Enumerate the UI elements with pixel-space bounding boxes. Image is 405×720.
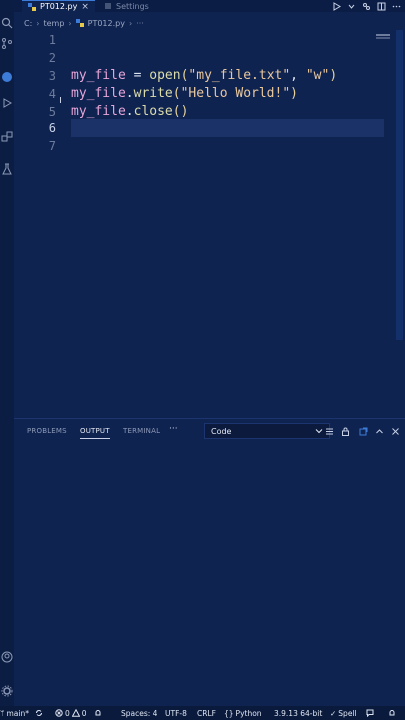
warning-count: 0 xyxy=(81,708,87,718)
tab-bar: PT012.py × Settings xyxy=(14,0,405,12)
branch-label: main* xyxy=(6,708,30,718)
tab-settings[interactable]: Settings xyxy=(104,0,149,12)
account-icon[interactable] xyxy=(0,650,14,664)
maximize-panel-icon[interactable] xyxy=(374,426,384,436)
feedback-status[interactable] xyxy=(366,706,374,720)
interpreter-status[interactable]: 3.9.13 64-bit xyxy=(274,706,322,720)
branch-status[interactable]: ᛘ main* xyxy=(0,706,29,720)
line-number: 6 xyxy=(48,121,56,135)
source-control-badge-icon[interactable] xyxy=(0,70,14,84)
code-line[interactable]: 7 xyxy=(14,137,405,155)
compare-icon[interactable] xyxy=(362,2,371,11)
tab-pt012-py[interactable]: PT012.py × xyxy=(22,0,95,12)
minimap[interactable] xyxy=(376,34,390,36)
bell-icon xyxy=(95,710,101,716)
encoding-status[interactable]: UTF-8 xyxy=(165,706,187,720)
language-status[interactable]: {} Python xyxy=(224,706,262,720)
eol-status[interactable]: CRLF xyxy=(197,706,216,720)
editor-actions xyxy=(332,0,401,12)
output-channel-value: Code xyxy=(211,426,232,436)
problems-status[interactable]: 0 0 xyxy=(55,706,87,720)
tab-terminal[interactable]: TERMINAL xyxy=(123,427,160,435)
run-debug-icon[interactable] xyxy=(0,96,14,110)
breadcrumb-more[interactable]: ··· xyxy=(136,19,144,28)
spell-status[interactable]: ✓ Spell xyxy=(330,706,357,720)
close-panel-icon[interactable] xyxy=(390,426,400,436)
code-line[interactable]: 3 my_file = open("my_file.txt", "w") xyxy=(14,67,405,85)
output-channel-select[interactable]: Code xyxy=(204,423,330,439)
error-icon xyxy=(55,709,63,717)
tab-label: Settings xyxy=(116,1,149,11)
panel-more-icon[interactable]: ··· xyxy=(169,424,178,434)
sync-status[interactable] xyxy=(35,706,43,720)
activity-bar xyxy=(0,0,14,706)
line-number: 4 xyxy=(48,87,56,101)
bottom-panel: PROBLEMS OUTPUT TERMINAL ··· Code xyxy=(14,418,405,706)
spell-label: Spell xyxy=(338,708,357,718)
minimap-line xyxy=(376,37,390,39)
tab-problems[interactable]: PROBLEMS xyxy=(27,427,67,435)
code-text: my_file = open("my_file.txt", "w") xyxy=(71,68,338,83)
breadcrumb-drive[interactable]: C: xyxy=(24,19,32,28)
clear-output-icon[interactable] xyxy=(324,426,334,436)
line-number: 1 xyxy=(48,33,56,47)
editor-scrollbar[interactable] xyxy=(396,30,403,340)
braces-icon: {} xyxy=(224,708,234,718)
code-editor[interactable]: 1 2 3 my_file = open("my_file.txt", "w")… xyxy=(14,30,405,418)
open-in-editor-icon[interactable] xyxy=(358,426,368,436)
status-bar: ᛘ main* 0 0 Spaces: 4 UTF-8 CRLF {} Pyth… xyxy=(0,706,405,720)
error-count: 0 xyxy=(65,708,70,718)
check-icon: ✓ xyxy=(330,708,337,718)
code-line[interactable]: 4 my_file.write("Hello World!") xyxy=(14,85,405,103)
testing-icon[interactable] xyxy=(0,162,14,176)
lock-icon[interactable] xyxy=(340,426,350,436)
breadcrumb-folder[interactable]: temp xyxy=(43,19,64,28)
line-number: 3 xyxy=(48,69,56,83)
split-editor-icon[interactable] xyxy=(377,2,386,11)
sync-icon xyxy=(36,710,42,716)
chevron-down-icon[interactable] xyxy=(347,2,356,11)
chevron-right-icon: › xyxy=(36,18,40,28)
code-line[interactable]: 2 xyxy=(14,49,405,67)
code-line[interactable]: 1 xyxy=(14,31,405,49)
breadcrumb-file[interactable]: PT012.py xyxy=(88,19,125,28)
chevron-right-icon: › xyxy=(68,18,72,28)
search-icon[interactable] xyxy=(0,16,14,30)
notification-bell-icon xyxy=(389,710,395,716)
close-icon[interactable]: × xyxy=(81,2,89,12)
chevron-down-icon xyxy=(315,429,323,434)
line-number: 7 xyxy=(48,139,56,153)
code-text: my_file.write("Hello World!") xyxy=(71,86,298,101)
tab-output[interactable]: OUTPUT xyxy=(80,427,110,439)
extensions-icon[interactable] xyxy=(0,130,14,144)
code-line-current[interactable]: 6 xyxy=(14,119,405,137)
settings-file-icon xyxy=(105,3,111,9)
bell-status[interactable] xyxy=(388,706,396,720)
line-number: 2 xyxy=(48,51,56,65)
source-control-icon[interactable] xyxy=(0,36,14,50)
breadcrumb: C: › temp › PT012.py › ··· xyxy=(24,16,144,30)
python-file-icon xyxy=(75,19,84,27)
warning-icon xyxy=(71,709,80,717)
mouse-cursor xyxy=(60,97,61,103)
feedback-icon xyxy=(366,709,374,717)
panel-tabs: PROBLEMS OUTPUT TERMINAL ··· Code xyxy=(14,419,405,443)
python-file-icon xyxy=(28,2,36,11)
notifications-status[interactable] xyxy=(94,706,102,720)
manage-gear-icon[interactable] xyxy=(0,684,14,698)
run-icon[interactable] xyxy=(332,1,341,11)
indentation-status[interactable]: Spaces: 4 xyxy=(121,706,157,720)
more-actions-icon[interactable] xyxy=(392,2,401,11)
chevron-right-icon: › xyxy=(128,18,133,28)
language-label: Python xyxy=(235,708,262,718)
branch-icon: ᛘ xyxy=(0,708,5,718)
tab-label: PT012.py xyxy=(40,2,78,11)
